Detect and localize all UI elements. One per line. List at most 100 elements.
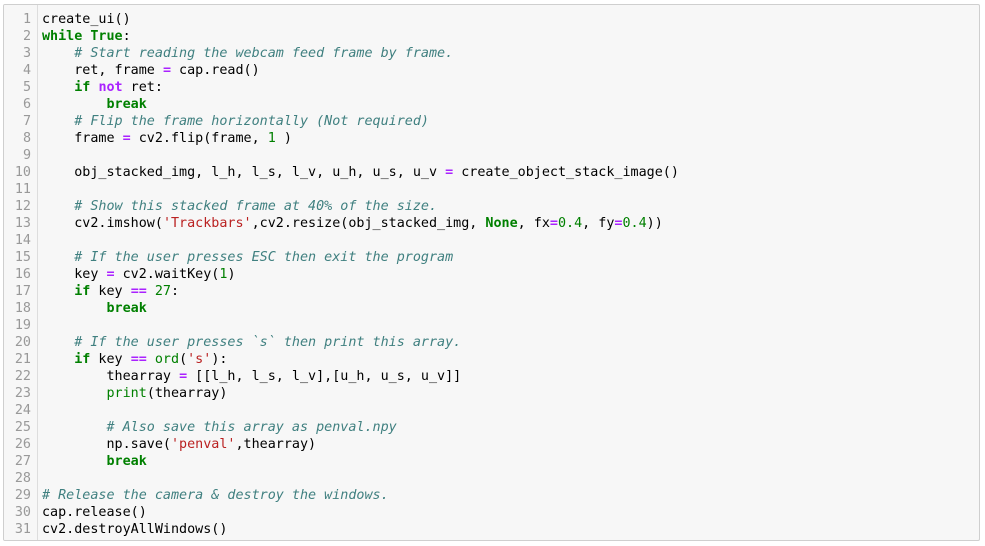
code-line[interactable]: 26 np.save('penval',thearray) [4, 436, 979, 453]
code-line[interactable]: 9 [4, 147, 979, 164]
line-number: 28 [14, 471, 31, 486]
line-number: 25 [14, 420, 31, 435]
code-editor[interactable]: 1 create_ui() 2 while True: 3 # Start readin… [3, 4, 980, 541]
code-token: , fx [517, 216, 550, 231]
code-line[interactable]: 22 thearray = [[l_h, l_s, l_v],[u_h, u_s… [4, 368, 979, 385]
code-line[interactable]: 12 # Show this stacked frame at 40% of t… [4, 198, 979, 215]
code-token: # Start reading the webcam feed frame by… [74, 46, 454, 61]
code-line[interactable]: 16 key = cv2.waitKey(1) [4, 266, 979, 283]
code-token: ) [275, 131, 292, 146]
code-text: print(thearray) [42, 385, 228, 402]
code-token: = [549, 216, 558, 231]
code-line[interactable]: 29 # Release the camera & destroy the win… [4, 487, 979, 504]
code-token: ,thearray) [235, 437, 317, 452]
code-token: not [98, 80, 123, 95]
code-token: 1 [267, 131, 276, 146]
line-number: 30 [14, 505, 31, 520]
code-token: )) [646, 216, 663, 231]
code-token: # Show this stacked frame at 40% of the … [74, 199, 438, 214]
code-token: ord [154, 352, 180, 367]
code-token: while [42, 29, 83, 44]
code-line[interactable]: 21 if key == ord('s'): [4, 351, 979, 368]
code-line[interactable]: 8 frame = cv2.flip(frame, 1 ) [4, 130, 979, 147]
code-line[interactable]: 17 if key == 27: [4, 283, 979, 300]
code-token: = [122, 131, 131, 146]
code-line[interactable]: 31 cv2.destroyAllWindows() [4, 521, 979, 538]
line-number: 17 [14, 284, 31, 299]
code-text: # Show this stacked frame at 40% of the … [42, 198, 437, 215]
code-text: # If the user presses `s` then print thi… [42, 334, 461, 351]
code-text: thearray = [[l_h, l_s, l_v],[u_h, u_s, u… [42, 368, 461, 385]
code-text: # If the user presses ESC then exit the … [42, 249, 453, 266]
code-line[interactable]: 24 [4, 402, 979, 419]
code-token: key [42, 267, 107, 282]
code-line[interactable]: 2 while True: [4, 28, 979, 45]
line-number: 14 [14, 233, 31, 248]
line-number: 5 [22, 80, 31, 95]
code-text: if key == 27: [42, 283, 179, 300]
code-line[interactable]: 5 if not ret: [4, 79, 979, 96]
code-line[interactable]: 23 print(thearray) [4, 385, 979, 402]
code-token: if [74, 284, 91, 299]
code-line[interactable]: 25 # Also save this array as penval.npy [4, 419, 979, 436]
line-number: 29 [14, 488, 31, 503]
code-token: cv2.flip(frame, [130, 131, 268, 146]
line-number: 24 [14, 403, 31, 418]
code-text: frame = cv2.flip(frame, 1 ) [42, 130, 292, 147]
code-line[interactable]: 13 cv2.imshow('Trackbars',cv2.resize(obj… [4, 215, 979, 232]
code-line[interactable]: 18 break [4, 300, 979, 317]
code-token: == [130, 284, 147, 299]
code-token: if [74, 80, 91, 95]
code-token: cv2.imshow( [42, 216, 163, 231]
code-line[interactable]: 20 # If the user presses `s` then print … [4, 334, 979, 351]
code-token: = [106, 267, 115, 282]
code-line[interactable]: 27 break [4, 453, 979, 470]
code-token: = [179, 369, 188, 384]
code-line[interactable]: 15 # If the user presses ESC then exit t… [4, 249, 979, 266]
code-line[interactable]: 4 ret, frame = cap.read() [4, 62, 979, 79]
code-text: # Release the camera & destroy the windo… [42, 487, 389, 504]
line-number: 9 [22, 148, 31, 163]
code-text: break [42, 453, 147, 470]
code-text: # Also save this array as penval.npy [42, 419, 397, 436]
code-line[interactable]: 7 # Flip the frame horizontally (Not req… [4, 113, 979, 130]
code-line[interactable]: 10 obj_stacked_img, l_h, l_s, l_v, u_h, … [4, 164, 979, 181]
line-number: 21 [14, 352, 31, 367]
code-token: = [162, 63, 171, 78]
code-text: if not ret: [42, 79, 163, 96]
code-token: if [74, 352, 91, 367]
code-token: ) [227, 267, 236, 282]
line-number: 16 [14, 267, 31, 282]
code-line[interactable]: 11 [4, 181, 979, 198]
code-token: == [130, 352, 147, 367]
code-token: cv2.waitKey( [114, 267, 220, 282]
code-token: cap.release() [42, 505, 147, 520]
code-token: ( [179, 352, 188, 367]
code-line[interactable]: 30 cap.release() [4, 504, 979, 521]
code-line[interactable]: 14 [4, 232, 979, 249]
code-line[interactable]: 19 [4, 317, 979, 334]
line-number: 4 [22, 63, 31, 78]
code-token: 'penval' [171, 437, 236, 452]
code-text: np.save('penval',thearray) [42, 436, 316, 453]
code-text: # Flip the frame horizontally (Not requi… [42, 113, 429, 130]
code-line[interactable]: 28 [4, 470, 979, 487]
code-text: create_ui() [42, 11, 131, 28]
code-text: # Start reading the webcam feed frame by… [42, 45, 453, 62]
code-token: np.save( [42, 437, 171, 452]
code-line[interactable]: 3 # Start reading the webcam feed frame … [4, 45, 979, 62]
code-token: None [485, 216, 518, 231]
code-line[interactable]: 1 create_ui() [4, 11, 979, 28]
line-number: 13 [14, 216, 31, 231]
code-line[interactable]: 6 break [4, 96, 979, 113]
code-token: cap.read() [171, 63, 260, 78]
